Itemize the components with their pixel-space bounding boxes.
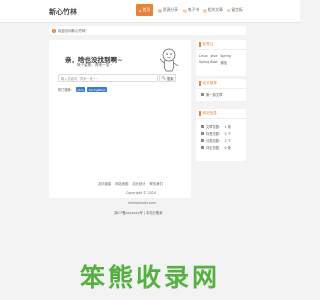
- stat-row: 文章总数： 1 篇: [196, 123, 246, 130]
- stat-row: 评论总数： 0 条: [196, 144, 246, 151]
- search-button[interactable]: 🔍 搜索: [159, 74, 176, 82]
- recommend-item[interactable]: 第一篇文章: [196, 91, 246, 98]
- home-icon: ⌂: [139, 7, 142, 13]
- tag-cloud-card: 标签云 Linux Java Spring Spring Boot 微信: [196, 40, 246, 76]
- footer-icp[interactable]: 浙ICP备xxxxxxx号 | 本站已备案: [114, 210, 163, 215]
- book-icon: ▤: [183, 7, 187, 13]
- footer-link[interactable]: 联系我们: [150, 181, 163, 186]
- site-stats-title: 网站信息: [196, 109, 246, 119]
- hot-search-label: 热门搜索：: [58, 88, 74, 92]
- notice-bar: ! 欢迎访问新心竹林！: [49, 26, 246, 35]
- footer-links: 友情链接 网站地图 站长统计 联系我们: [98, 181, 163, 186]
- recommend-title: 站长推荐: [196, 79, 246, 89]
- article-count-icon: [201, 125, 204, 128]
- footer-domain[interactable]: xinxinzhulin.com: [128, 201, 156, 205]
- search-input[interactable]: 输入关键词，再来一发~~: [58, 74, 158, 82]
- tag-link[interactable]: Linux: [199, 54, 208, 58]
- stat-row: 标签总数： 5 个: [196, 130, 246, 137]
- notice-icon: !: [52, 28, 56, 33]
- footer-link[interactable]: 站长统计: [132, 181, 145, 186]
- not-found-subtitle: 换个姿势，再来一发~: [77, 63, 113, 67]
- footer-copyright: Copyright © 2024: [126, 191, 156, 195]
- comment-count-icon: [201, 146, 204, 149]
- nav-item-ebook[interactable]: ▤ 电子书: [180, 4, 202, 16]
- footer-link[interactable]: 网站地图: [115, 181, 128, 186]
- footer-link[interactable]: 友情链接: [98, 181, 111, 186]
- recommend-card: 站长推荐 第一篇文章: [196, 79, 246, 101]
- tag-link[interactable]: Spring Boot: [199, 60, 218, 65]
- hot-tag[interactable]: Java: [75, 87, 86, 92]
- nav-item-articles[interactable]: ▥ 相关文章: [200, 4, 226, 16]
- title-bar: [199, 111, 201, 116]
- watermark: 笨熊收录网: [79, 263, 220, 292]
- nav-item-share[interactable]: ▦ 资源分享: [155, 4, 181, 16]
- search-icon: 🔍: [161, 76, 166, 80]
- tag-cloud: Linux Java Spring Spring Boot 微信: [196, 50, 246, 69]
- hot-tag[interactable]: SpringBoot: [87, 87, 107, 92]
- not-found-panel: 亲，啥也没找到啊~ 换个姿势，再来一发~ 输入关键词，再来一发~~ 🔍 搜索 热门…: [49, 40, 191, 198]
- document-icon: [201, 93, 204, 96]
- stat-row: 分类总数： 2 个: [196, 137, 246, 144]
- site-stats-card: 网站信息 文章总数： 1 篇 标签总数： 5 个 分类总数： 2 个 评论总数： 0 条: [196, 109, 246, 161]
- hot-search: 热门搜索： Java SpringBoot: [58, 87, 107, 92]
- top-bar: 新心竹林 ⌂ 首页 ▦ 资源分享 ▤ 电子书 ▥ 相关文章 ✉ 留言板: [0, 0, 300, 23]
- message-icon: ✉: [227, 7, 231, 13]
- mascot-icon: [159, 48, 179, 72]
- tag-link[interactable]: Java: [211, 54, 218, 58]
- category-count-icon: [201, 139, 204, 142]
- nav-item-home[interactable]: ⌂ 首页: [136, 4, 154, 16]
- nav-item-guestbook[interactable]: ✉ 留言板: [224, 4, 246, 16]
- site-logo[interactable]: 新心竹林: [49, 7, 77, 17]
- tag-cloud-title: 标签云: [196, 40, 246, 50]
- title-bar: [199, 81, 201, 86]
- tag-link[interactable]: Spring: [220, 54, 230, 58]
- tag-link[interactable]: 微信: [221, 60, 227, 65]
- notice-text: 欢迎访问新心竹林！: [58, 29, 89, 33]
- tag-count-icon: [201, 132, 204, 135]
- article-icon: ▥: [203, 7, 207, 13]
- title-bar: [199, 42, 201, 47]
- share-icon: ▦: [158, 7, 162, 13]
